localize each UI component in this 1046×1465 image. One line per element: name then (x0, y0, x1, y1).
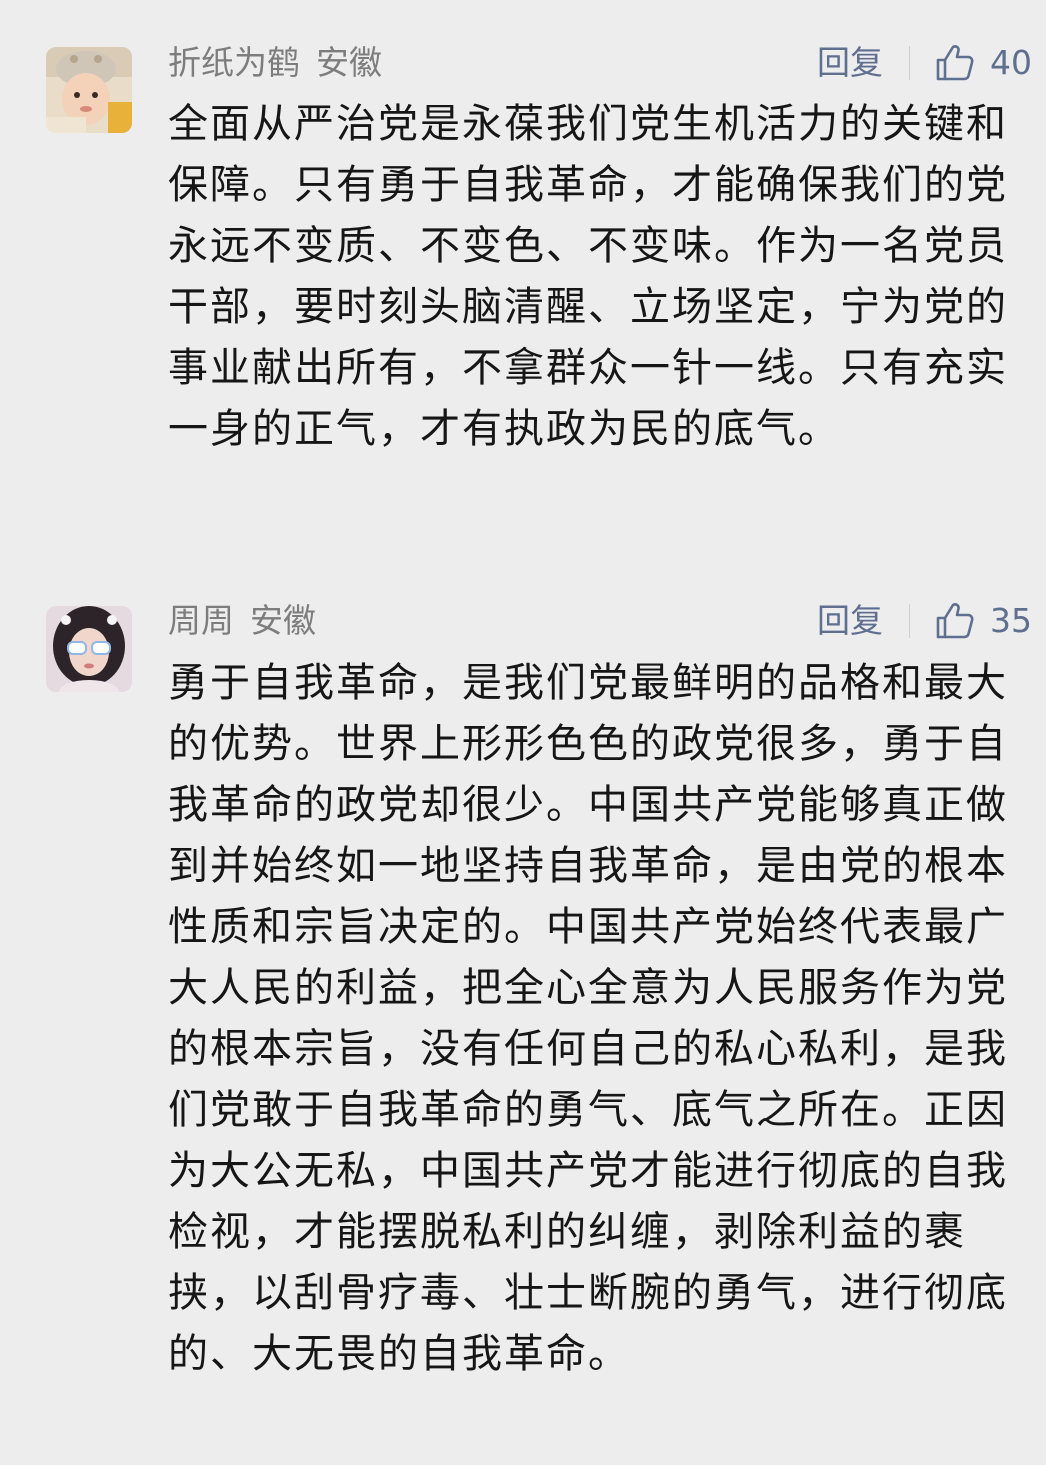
comment-actions: 回复 40 (817, 43, 1032, 83)
author-meta: 周周 安徽 (168, 601, 316, 641)
divider (909, 604, 910, 638)
thumbs-up-icon (936, 45, 974, 81)
comment-actions: 回复 35 (817, 601, 1032, 641)
avatar-image (46, 606, 132, 692)
comment-item: 折纸为鹤 安徽 回复 40 全面从严治党是永葆我们党生机活力的关键和保障。只有勇于… (0, 0, 1046, 560)
author-location: 安徽 (316, 43, 382, 82)
comment-text: 勇于自我革命，是我们党最鲜明的品格和最大的优势。世界上形形色色的政党很多，勇于自… (168, 660, 1008, 1377)
avatar-image (46, 47, 132, 133)
reply-button[interactable]: 回复 (817, 43, 883, 83)
comment-text: 全面从严治党是永葆我们党生机活力的关键和保障。只有勇于自我革命，才能确保我们的党… (168, 101, 1008, 452)
divider (909, 46, 910, 80)
like-button[interactable]: 40 (934, 42, 1032, 84)
avatar[interactable] (46, 47, 132, 133)
thumbs-up-icon (936, 603, 974, 639)
author-meta: 折纸为鹤 安徽 (168, 43, 382, 83)
reply-button[interactable]: 回复 (817, 601, 883, 641)
avatar[interactable] (46, 606, 132, 692)
author-location: 安徽 (250, 601, 316, 640)
comment-item: 周周 安徽 回复 35 勇于自我革命，是我们党最鲜明的品格和最大的优势。世界上形形… (0, 560, 1046, 1465)
author-name[interactable]: 折纸为鹤 (168, 43, 300, 82)
like-count: 40 (990, 43, 1032, 82)
author-name[interactable]: 周周 (168, 601, 234, 640)
like-count: 35 (990, 601, 1032, 640)
like-button[interactable]: 35 (934, 600, 1032, 642)
